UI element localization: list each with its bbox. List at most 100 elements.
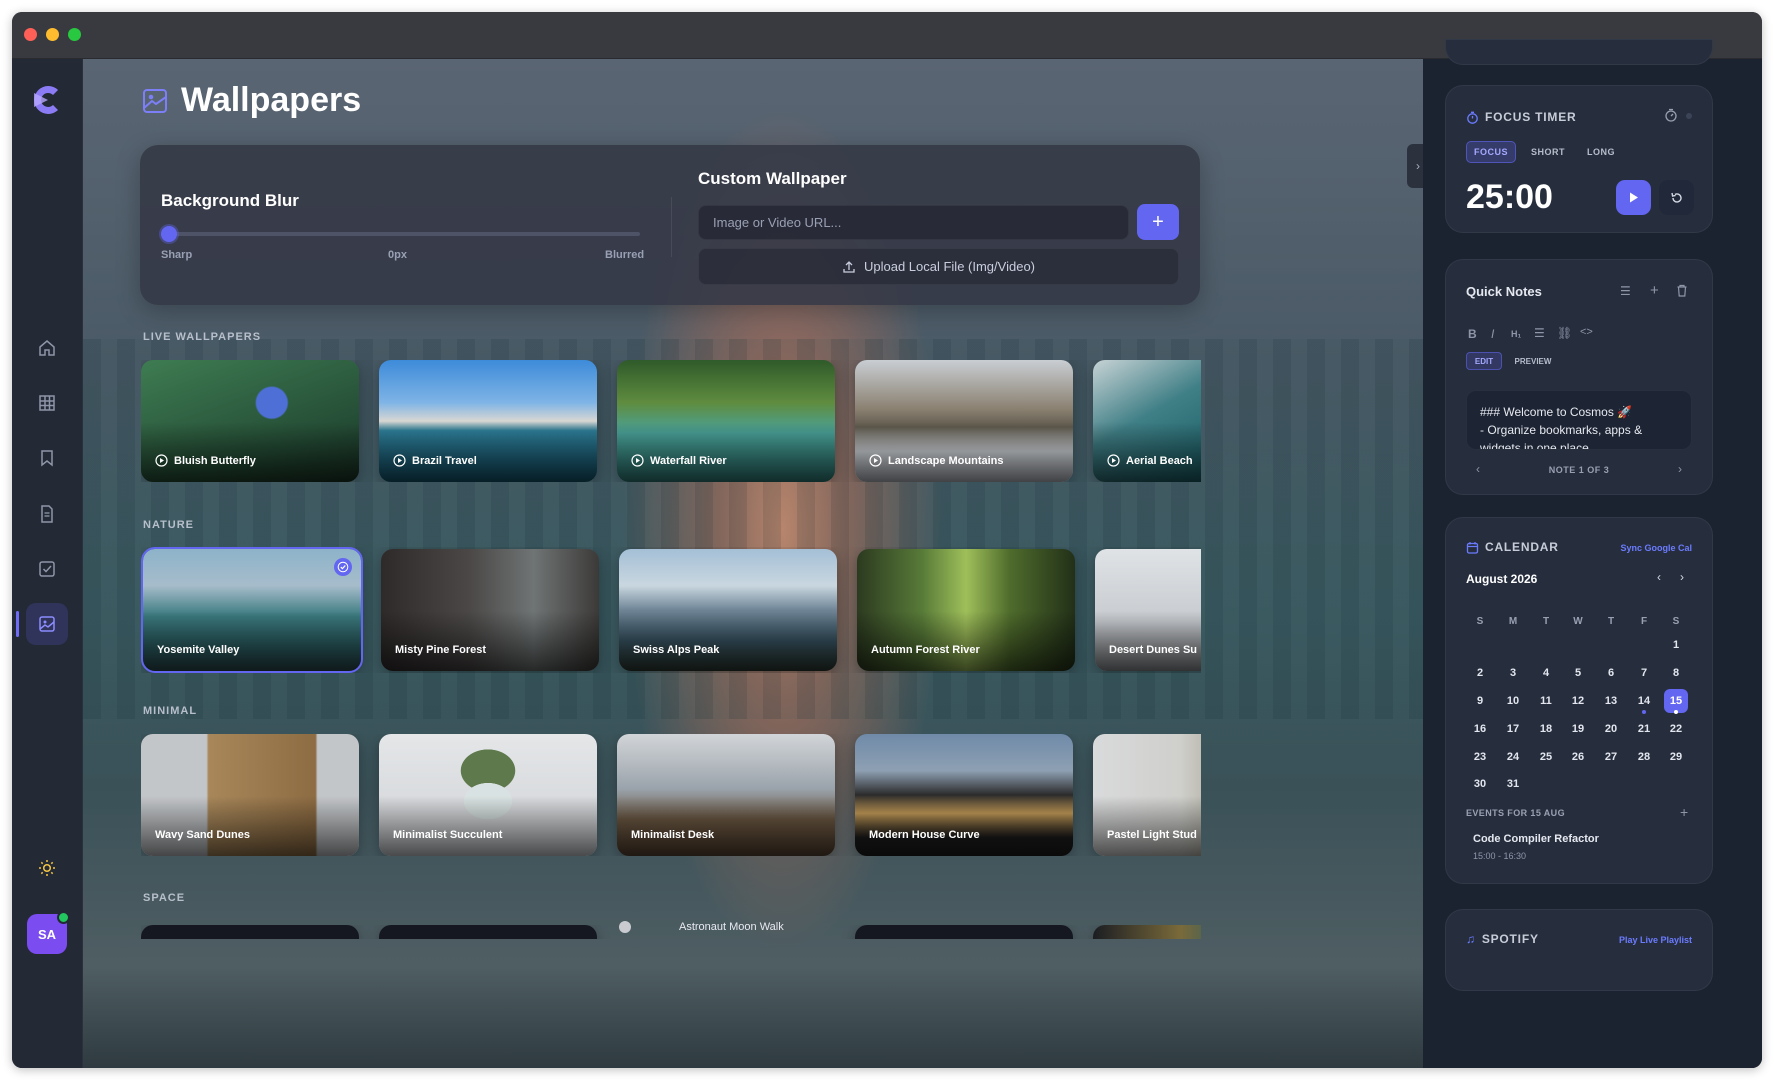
wallpaper-card[interactable]: Wavy Sand Dunes [141, 734, 359, 856]
astronaut-card-loading[interactable]: Astronaut Moon Walk [619, 921, 784, 933]
wallpaper-card[interactable]: Modern House Curve [855, 734, 1073, 856]
calendar-day[interactable]: 2 [1468, 661, 1492, 685]
reset-timer-button[interactable] [1659, 180, 1694, 215]
wallpaper-card[interactable] [855, 925, 1073, 939]
wallpaper-card[interactable] [1093, 925, 1201, 939]
calendar-day[interactable]: 16 [1468, 717, 1492, 741]
tab-edit[interactable]: EDIT [1466, 352, 1502, 370]
list-view-icon[interactable]: ☰ [1620, 284, 1631, 298]
calendar-day[interactable]: 21 [1632, 717, 1656, 741]
blur-slider-thumb[interactable] [161, 226, 177, 242]
bullet-list-icon[interactable]: ☰ [1534, 326, 1545, 340]
calendar-day[interactable]: 8 [1664, 661, 1688, 685]
wallpaper-card[interactable]: Brazil Travel [379, 360, 597, 482]
play-live-playlist-link[interactable]: Play Live Playlist [1619, 935, 1692, 945]
calendar-day[interactable]: 27 [1599, 745, 1623, 769]
wallpaper-card[interactable]: Autumn Forest River [857, 549, 1075, 671]
calendar-day[interactable]: 22 [1664, 717, 1688, 741]
link-icon[interactable]: ⛓ [1557, 326, 1572, 340]
calendar-day[interactable]: 30 [1468, 772, 1492, 796]
wallpaper-card[interactable]: Landscape Mountains [855, 360, 1073, 482]
sync-google-cal-link[interactable]: Sync Google Cal [1620, 543, 1692, 553]
add-wallpaper-button[interactable]: + [1137, 204, 1179, 240]
card-title-text: Misty Pine Forest [395, 644, 487, 656]
sidebar-item-wallpapers[interactable] [16, 603, 68, 645]
code-icon[interactable]: <> [1580, 326, 1593, 338]
wallpaper-url-input[interactable] [698, 205, 1129, 240]
bold-icon[interactable]: B [1468, 327, 1477, 341]
wallpaper-card[interactable]: Bluish Butterfly [141, 360, 359, 482]
mode-focus-button[interactable]: FOCUS [1466, 141, 1516, 163]
tab-preview[interactable]: PREVIEW [1508, 352, 1558, 370]
calendar-day[interactable]: 11 [1534, 689, 1558, 713]
event-title[interactable]: Code Compiler Refactor [1473, 833, 1599, 845]
calendar-day[interactable]: 26 [1566, 745, 1590, 769]
sidebar-item-home[interactable] [26, 327, 68, 369]
calendar-day[interactable]: 13 [1599, 689, 1623, 713]
calendar-day[interactable]: 23 [1468, 745, 1492, 769]
sidebar-item-notes[interactable] [26, 493, 68, 535]
calendar-day[interactable]: 24 [1501, 745, 1525, 769]
calendar-day[interactable]: 5 [1566, 661, 1590, 685]
calendar-day[interactable]: 28 [1632, 745, 1656, 769]
calendar-day[interactable]: 1 [1664, 633, 1688, 657]
wallpaper-card[interactable]: Pastel Light Stud [1093, 734, 1201, 856]
calendar-day[interactable]: 7 [1632, 661, 1656, 685]
stopwatch-icon[interactable] [1664, 108, 1678, 122]
calendar-day[interactable]: 31 [1501, 772, 1525, 796]
sidebar-item-tasks[interactable] [26, 548, 68, 590]
calendar-day[interactable]: 12 [1566, 689, 1590, 713]
events-label: EVENTS FOR 15 AUG [1466, 808, 1565, 818]
calendar-day[interactable]: 18 [1534, 717, 1558, 741]
wallpaper-card[interactable]: Waterfall River [617, 360, 835, 482]
minimize-window-button[interactable] [46, 28, 59, 41]
wallpaper-card[interactable]: Aerial Beach [1093, 360, 1201, 482]
add-event-icon[interactable]: + [1680, 804, 1688, 820]
next-month-icon[interactable]: › [1680, 570, 1684, 584]
card-title-text: Brazil Travel [412, 454, 477, 467]
calendar-day[interactable]: 10 [1501, 689, 1525, 713]
checkbox-icon [39, 561, 55, 577]
wallpaper-card[interactable]: Swiss Alps Peak [619, 549, 837, 671]
card-title-text: Desert Dunes Su [1109, 644, 1198, 656]
prev-month-icon[interactable]: ‹ [1657, 570, 1661, 584]
italic-icon[interactable]: I [1491, 327, 1494, 341]
collapse-panel-button[interactable]: › [1407, 144, 1423, 188]
next-note-icon[interactable]: › [1678, 462, 1682, 476]
calendar-day[interactable]: 3 [1501, 661, 1525, 685]
start-timer-button[interactable] [1616, 180, 1651, 215]
calendar-day[interactable]: 17 [1501, 717, 1525, 741]
calendar-day[interactable]: 6 [1599, 661, 1623, 685]
add-note-icon[interactable]: + [1650, 282, 1659, 299]
calendar-day[interactable]: 4 [1534, 661, 1558, 685]
cosmos-logo[interactable] [28, 81, 66, 119]
maximize-window-button[interactable] [68, 28, 81, 41]
calendar-day[interactable]: 20 [1599, 717, 1623, 741]
wallpaper-card[interactable] [379, 925, 597, 939]
card-shade [1093, 422, 1201, 482]
wallpaper-card[interactable]: Minimalist Desk [617, 734, 835, 856]
mode-short-button[interactable]: SHORT [1524, 141, 1572, 163]
wallpaper-card[interactable]: Minimalist Succulent [379, 734, 597, 856]
calendar-day[interactable]: 25 [1534, 745, 1558, 769]
wallpaper-card[interactable]: Misty Pine Forest [381, 549, 599, 671]
upload-file-button[interactable]: Upload Local File (Img/Video) [698, 248, 1179, 285]
wallpaper-card[interactable]: Desert Dunes Su [1095, 549, 1201, 671]
calendar-day[interactable]: 29 [1664, 745, 1688, 769]
calendar-day[interactable]: 19 [1566, 717, 1590, 741]
trash-icon[interactable] [1676, 284, 1688, 297]
card-title: Modern House Curve [869, 829, 980, 841]
wallpaper-card-selected[interactable]: Yosemite Valley [141, 547, 363, 673]
sidebar-item-apps[interactable] [26, 382, 68, 424]
close-window-button[interactable] [24, 28, 37, 41]
minimal-row: Wavy Sand Dunes Minimalist Succulent Min… [141, 734, 1201, 856]
mode-long-button[interactable]: LONG [1580, 141, 1622, 163]
wallpaper-card[interactable] [141, 925, 359, 939]
sidebar-item-bookmarks[interactable] [26, 437, 68, 479]
avatar[interactable]: SA [27, 911, 70, 954]
calendar-day[interactable]: 9 [1468, 689, 1492, 713]
note-editor[interactable]: ### Welcome to Cosmos 🚀 - Organize bookm… [1466, 390, 1692, 450]
heading-icon[interactable]: H₁ [1511, 329, 1521, 339]
theme-toggle-button[interactable] [26, 847, 68, 889]
blur-slider-track[interactable] [168, 232, 640, 236]
